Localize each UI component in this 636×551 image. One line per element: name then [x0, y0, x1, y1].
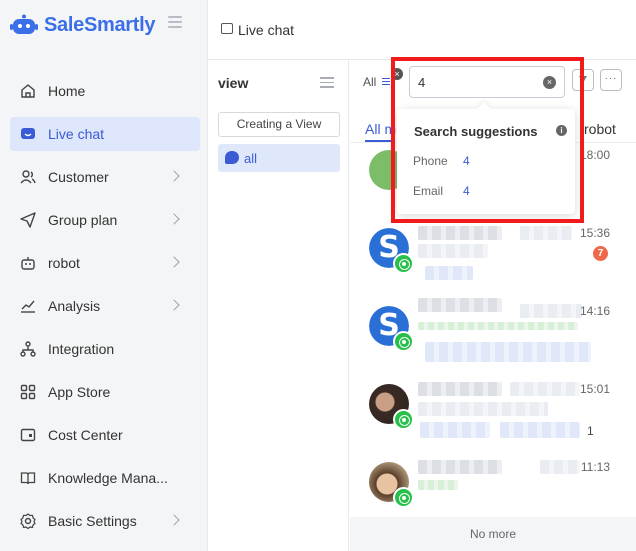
- chat-time: 15:01: [579, 382, 610, 396]
- sidebar-item-live-chat[interactable]: Live chat: [10, 117, 200, 151]
- view-item-label: all: [244, 151, 258, 166]
- sidebar-item-label: Home: [48, 83, 86, 99]
- sidebar-item-label: Group plan: [48, 212, 118, 228]
- chat-time: 18:00: [579, 148, 610, 162]
- contact-name-redacted: [418, 226, 502, 240]
- whatsapp-icon: [393, 331, 414, 352]
- list-footer: No more: [350, 517, 636, 551]
- sidebar-item-label: Knowledge Mana...: [48, 470, 168, 486]
- contact-name-redacted: [418, 460, 502, 474]
- sidebar-item-label: Analysis: [48, 298, 101, 314]
- unread-badge: 7: [593, 246, 608, 261]
- view-panel-title: view: [218, 75, 249, 91]
- robot-icon: [21, 257, 35, 270]
- sidebar-item-cost-center[interactable]: Cost Center: [10, 418, 200, 452]
- whatsapp-icon: [393, 487, 414, 508]
- sidebar-item-label: robot: [48, 255, 80, 271]
- sidebar-item-label: Basic Settings: [48, 513, 137, 529]
- header: Live chat: [208, 0, 636, 60]
- whatsapp-icon: [393, 253, 414, 274]
- tag-count: 1: [587, 424, 594, 438]
- sidebar-item-analysis[interactable]: Analysis: [10, 289, 200, 323]
- chat-icon: [21, 128, 35, 139]
- logo-robot-icon: [10, 14, 38, 34]
- chat-list-item[interactable]: S 14:16: [350, 298, 636, 376]
- brand-name: SaleSmartly: [44, 13, 156, 36]
- tag-redacted: [500, 422, 580, 438]
- page-title: Live chat: [238, 22, 295, 38]
- redacted-text: [510, 382, 580, 396]
- sidebar-item-label: Customer: [48, 169, 109, 185]
- redacted-text: [418, 480, 458, 490]
- more-options-button[interactable]: ···: [600, 69, 622, 91]
- redacted-text: [418, 322, 578, 330]
- sidebar-item-app-store[interactable]: App Store: [10, 375, 200, 409]
- sidebar-item-integration[interactable]: Integration: [10, 332, 200, 366]
- app-store-icon: [20, 384, 36, 400]
- tag-redacted: [425, 342, 591, 362]
- highlight-box: [391, 57, 584, 223]
- chat-bubble-icon: [221, 23, 233, 34]
- integration-icon: [20, 341, 36, 357]
- chevron-right-icon: [168, 299, 180, 311]
- send-icon: [20, 212, 36, 228]
- chevron-right-icon: [168, 256, 180, 268]
- view-menu-icon[interactable]: [320, 77, 334, 88]
- redacted-text: [520, 226, 572, 240]
- users-icon: [20, 170, 36, 184]
- chat-time: 15:36: [579, 226, 610, 240]
- view-item-all[interactable]: all: [218, 144, 340, 172]
- chat-list-item[interactable]: 15:01 1: [350, 376, 636, 454]
- sidebar-item-label: App Store: [48, 384, 111, 400]
- redacted-text: [540, 460, 580, 474]
- create-view-button[interactable]: Creating a View: [218, 112, 340, 137]
- tag-redacted: [420, 422, 490, 438]
- sidebar-item-knowledge[interactable]: Knowledge Mana...: [10, 461, 200, 495]
- sidebar-item-label: Live chat: [48, 126, 105, 142]
- home-icon: [21, 84, 35, 98]
- no-more-label: No more: [469, 527, 516, 541]
- whatsapp-icon: [393, 409, 414, 430]
- view-panel: view Creating a View all: [208, 60, 349, 551]
- wallet-icon: [20, 428, 36, 442]
- chevron-right-icon: [168, 514, 180, 526]
- redacted-text: [520, 304, 582, 318]
- sidebar-item-basic-settings[interactable]: Basic Settings: [10, 504, 200, 538]
- chat-time: 14:16: [579, 304, 610, 318]
- gear-icon: [20, 513, 36, 529]
- chat-time: 11:13: [580, 460, 610, 474]
- contact-name-redacted: [418, 298, 502, 312]
- filter-lines-icon[interactable]: [382, 78, 390, 86]
- chat-list-item[interactable]: S 15:36 7: [350, 220, 636, 298]
- contact-name-redacted: [418, 382, 502, 396]
- sidebar-item-label: Integration: [48, 341, 115, 357]
- book-icon: [20, 472, 36, 485]
- sidebar-item-customer[interactable]: Customer: [10, 160, 200, 194]
- chevron-right-icon: [168, 213, 180, 225]
- redacted-text: [418, 244, 488, 258]
- sidebar-item-group-plan[interactable]: Group plan: [10, 203, 200, 237]
- brand[interactable]: SaleSmartly: [10, 10, 156, 40]
- redacted-text: [418, 402, 548, 416]
- sidebar: SaleSmartly Home Live chat Customer Grou…: [0, 0, 208, 551]
- tab-robot[interactable]: robot: [584, 121, 616, 137]
- sidebar-item-robot[interactable]: robot: [10, 246, 200, 280]
- filter-all-label[interactable]: All: [363, 75, 376, 89]
- sidebar-item-label: Cost Center: [48, 427, 123, 443]
- analysis-icon: [21, 300, 35, 313]
- collapse-menu-icon[interactable]: [168, 16, 182, 28]
- chat-bubble-icon: [225, 151, 239, 164]
- sidebar-item-home[interactable]: Home: [10, 74, 200, 108]
- chevron-right-icon: [168, 170, 180, 182]
- tag-redacted: [425, 266, 473, 280]
